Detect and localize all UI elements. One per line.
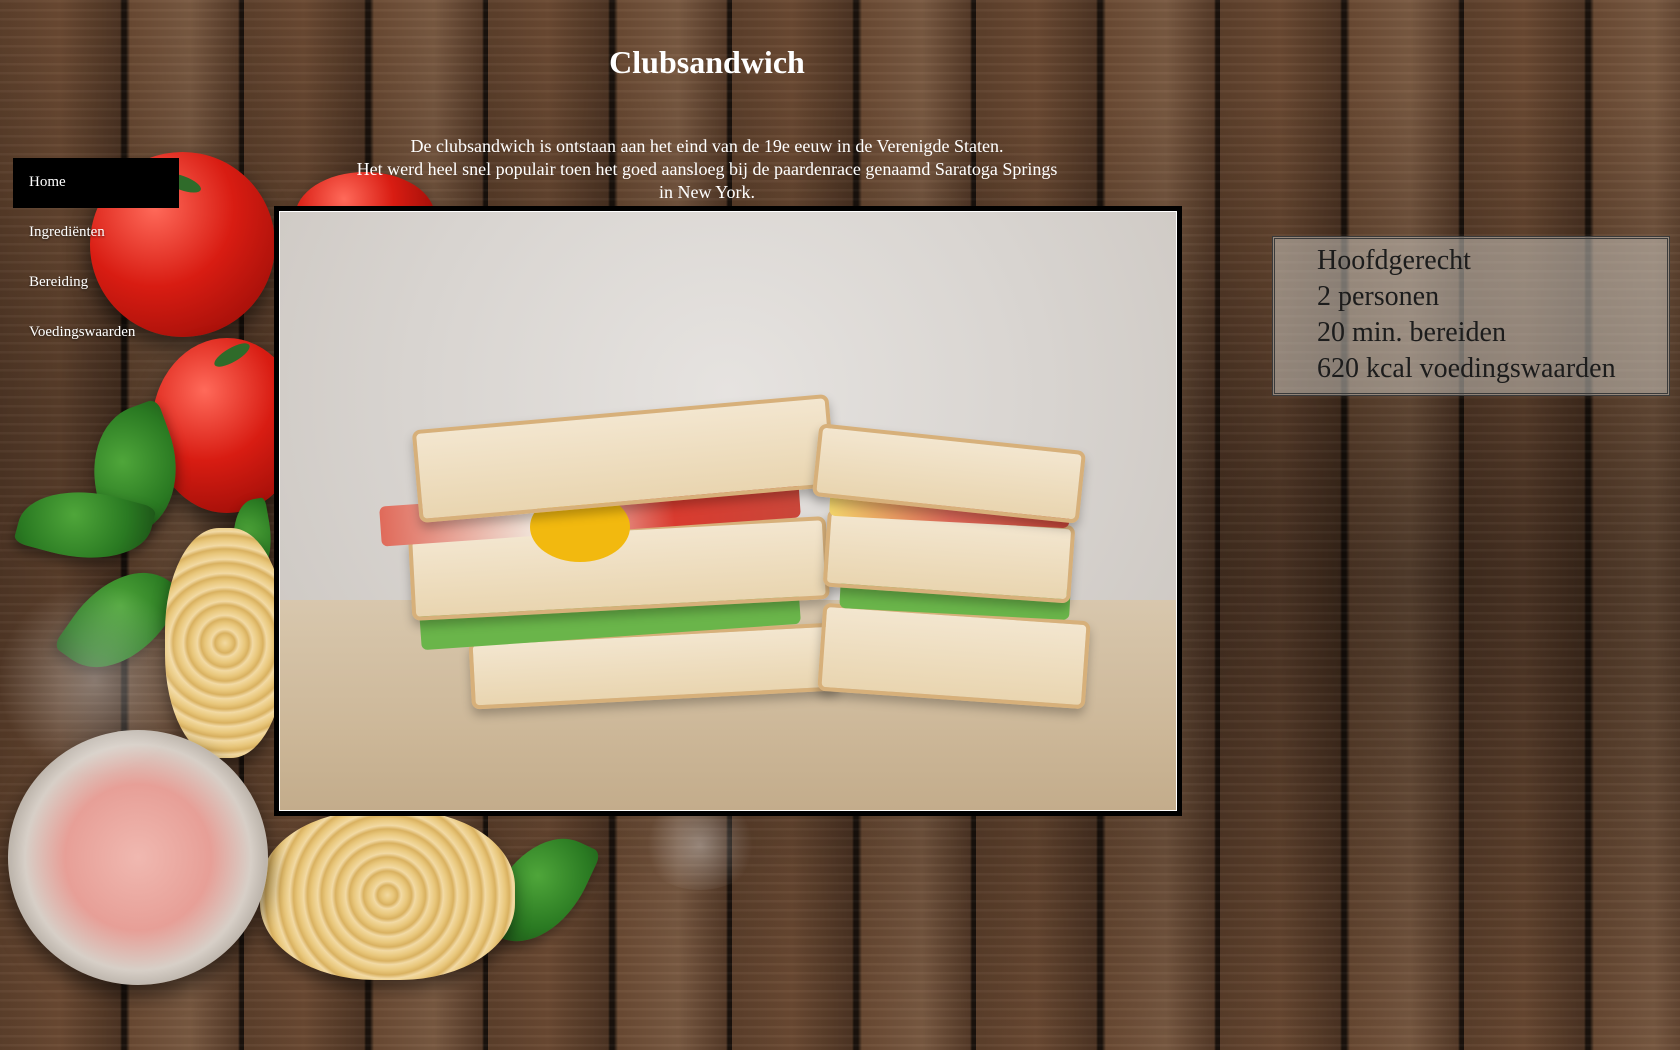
sidebar-nav: Home Ingrediënten Bereiding Voedingswaar…	[13, 158, 179, 358]
intro-line: Het werd heel snel populair toen het goe…	[356, 159, 1058, 179]
intro-line: De clubsandwich is ontstaan aan het eind…	[410, 136, 1004, 156]
info-servings: 2 personen	[1317, 281, 1440, 312]
info-course: Hoofdgerecht	[1317, 245, 1471, 276]
basil-leaf-decoration	[225, 497, 279, 583]
info-calories: 620 kcal voedingswaarden	[1317, 353, 1616, 384]
flour-dust-decoration	[0, 580, 190, 780]
nav-item-bereiding[interactable]: Bereiding	[13, 258, 179, 308]
basil-leaf-decoration	[13, 474, 157, 576]
nav-item-voedingswaarden[interactable]: Voedingswaarden	[13, 308, 179, 358]
nav-item-ingredienten[interactable]: Ingrediënten	[13, 208, 179, 258]
sandwich-photo-frame	[274, 206, 1182, 816]
page-title: Clubsandwich	[609, 44, 805, 80]
intro-text: De clubsandwich is ontstaan aan het eind…	[315, 135, 1099, 204]
nav-item-home[interactable]: Home	[13, 158, 179, 208]
pasta-nest-decoration	[260, 810, 515, 980]
basil-leaf-decoration	[72, 398, 198, 542]
recipe-info-box: Hoofdgerecht 2 personen 20 min. bereiden…	[1272, 236, 1670, 396]
intro-line: in New York.	[658, 182, 755, 202]
salt-bowl-decoration	[8, 730, 268, 985]
basil-leaf-decoration	[478, 818, 602, 962]
info-prep-time: 20 min. bereiden	[1317, 317, 1506, 348]
pasta-nest-decoration	[165, 528, 285, 758]
basil-leaf-decoration	[52, 547, 188, 693]
sandwich-photo	[279, 211, 1177, 811]
